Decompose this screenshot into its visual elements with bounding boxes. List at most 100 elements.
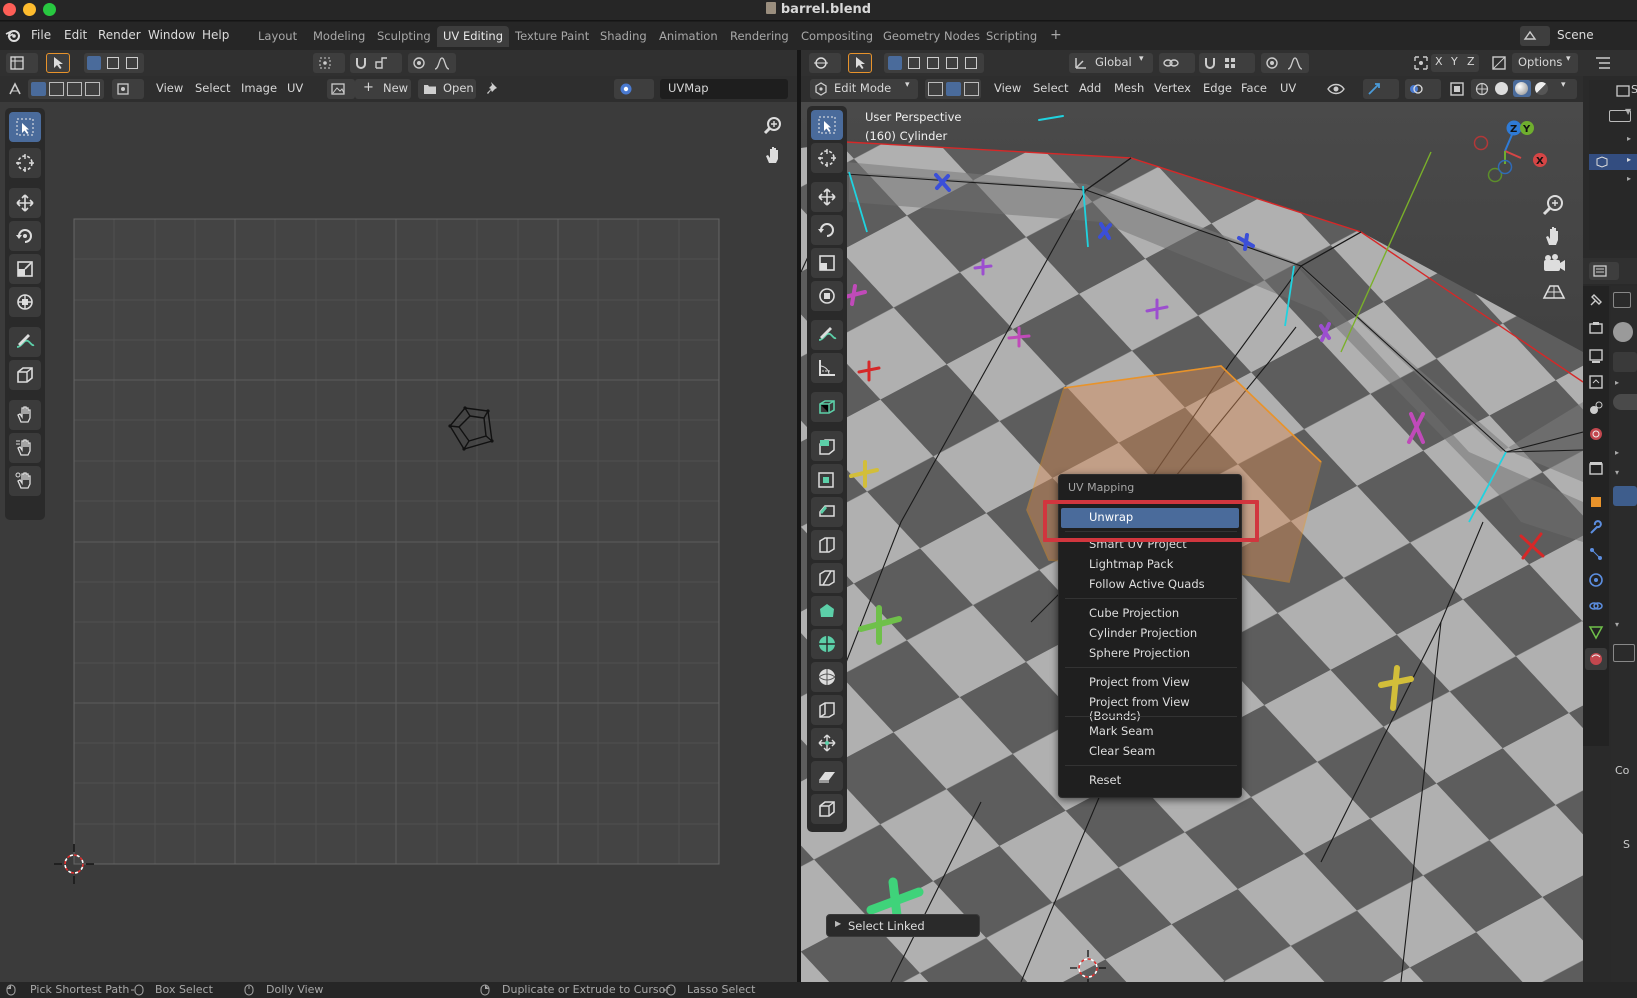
- perspective-toggle-icon[interactable]: [1540, 278, 1568, 306]
- constraints-tab-icon[interactable]: [1588, 598, 1604, 614]
- menu-help[interactable]: Help: [202, 28, 229, 42]
- wireframe-shading-icon[interactable]: [1475, 82, 1489, 96]
- image-browse-button[interactable]: [327, 79, 355, 99]
- uvmap-field[interactable]: UVMap: [660, 79, 788, 99]
- new-image-button[interactable]: + New: [355, 79, 411, 99]
- menu-render[interactable]: Render: [98, 28, 141, 42]
- output-tab-icon[interactable]: [1588, 348, 1604, 364]
- visibility-eye-icon[interactable]: [1327, 81, 1345, 97]
- selection-mode-buttons[interactable]: [84, 53, 144, 73]
- cube-projection-menu-item[interactable]: Cube Projection: [1089, 606, 1179, 620]
- tab-rendering[interactable]: Rendering: [724, 26, 795, 47]
- viewport-cursor-tool[interactable]: [811, 143, 843, 173]
- uv-grid-canvas[interactable]: [0, 102, 797, 982]
- uv-menu-view[interactable]: View: [156, 81, 183, 95]
- menu-edit[interactable]: Edit: [64, 28, 87, 42]
- material-shading-button[interactable]: [1513, 80, 1531, 97]
- transform-affect-icon[interactable]: [1413, 55, 1429, 71]
- clear-seam-menu-item[interactable]: Clear Seam: [1089, 744, 1155, 758]
- smooth-tool[interactable]: [811, 662, 843, 692]
- viewport-menu-add[interactable]: Add: [1079, 81, 1101, 95]
- smart-uv-project-menu-item[interactable]: Smart UV Project: [1089, 537, 1187, 551]
- viewport-select-box-tool[interactable]: [811, 110, 843, 140]
- mesh-options-icon[interactable]: [1491, 55, 1507, 71]
- vertex-select-icon[interactable]: [31, 82, 46, 96]
- mark-seam-menu-item[interactable]: Mark Seam: [1089, 724, 1154, 738]
- project-from-view-bounds-menu-item[interactable]: Project from View (Bounds): [1089, 695, 1241, 723]
- menu-window[interactable]: Window: [148, 28, 195, 42]
- rip-region-tool[interactable]: [811, 794, 843, 824]
- uv-menu-image[interactable]: Image: [241, 81, 277, 95]
- sticky-selection-button[interactable]: [112, 79, 144, 99]
- knife-tool[interactable]: [811, 563, 843, 593]
- mirror-x-toggle[interactable]: X: [1435, 55, 1443, 68]
- reset-menu-item[interactable]: Reset: [1089, 773, 1121, 787]
- tab-modeling[interactable]: Modeling: [307, 26, 371, 47]
- viewport-move-tool[interactable]: [811, 182, 843, 212]
- proportional-edit-button[interactable]: [408, 53, 456, 73]
- scene-tab-icon[interactable]: [1588, 400, 1604, 416]
- navigation-gizmo[interactable]: Z Y X: [1461, 114, 1551, 184]
- shear-tool[interactable]: [811, 761, 843, 791]
- editor-type-button[interactable]: [6, 53, 38, 73]
- add-cube-tool[interactable]: [811, 392, 843, 422]
- lightmap-pack-menu-item[interactable]: Lightmap Pack: [1089, 557, 1173, 571]
- menu-file[interactable]: File: [31, 28, 51, 42]
- snap-button[interactable]: [350, 53, 402, 73]
- viewport-proportional-button[interactable]: [1261, 53, 1309, 73]
- shrink-fatten-tool[interactable]: [811, 728, 843, 758]
- render-tab-icon[interactable]: [1588, 320, 1604, 336]
- viewport-select-intersect-icon[interactable]: [965, 57, 977, 69]
- sphere-projection-menu-item[interactable]: Sphere Projection: [1089, 646, 1190, 660]
- spin-tool[interactable]: [811, 629, 843, 659]
- physics-tab-icon[interactable]: [1588, 572, 1604, 588]
- open-image-button[interactable]: Open: [418, 79, 476, 99]
- loop-cut-tool[interactable]: [811, 530, 843, 560]
- object-tab-icon[interactable]: [1588, 494, 1604, 510]
- view-layer-tab-icon[interactable]: [1588, 374, 1604, 390]
- options-dropdown[interactable]: Options ▾: [1512, 53, 1578, 73]
- image-slot-icon[interactable]: [1613, 644, 1635, 662]
- mirror-y-toggle[interactable]: Y: [1451, 55, 1458, 68]
- select-tool-button[interactable]: [46, 53, 70, 73]
- mirror-z-toggle[interactable]: Z: [1467, 55, 1475, 68]
- tab-layout[interactable]: Layout: [252, 26, 303, 47]
- bevel-tool[interactable]: [811, 497, 843, 527]
- poly-build-tool[interactable]: [811, 596, 843, 626]
- mode-dropdown[interactable]: Edit Mode ▾: [810, 79, 918, 99]
- properties-editor-type-button[interactable]: [1589, 262, 1619, 280]
- overlays-button[interactable]: [1405, 79, 1441, 99]
- transform-orientation-dropdown[interactable]: Global ▾: [1069, 53, 1153, 73]
- add-workspace-button[interactable]: +: [1044, 26, 1068, 47]
- viewport-selection-mode-buttons[interactable]: [884, 53, 984, 73]
- uv-menu-uv[interactable]: UV: [287, 81, 303, 95]
- scene-selector-button[interactable]: [1520, 26, 1550, 46]
- project-from-view-menu-item[interactable]: Project from View: [1089, 675, 1190, 689]
- mirror-axis-buttons[interactable]: X Y Z: [1431, 54, 1479, 72]
- mesh-face-mode-icon[interactable]: [964, 82, 979, 96]
- viewport-transform-tool[interactable]: [811, 281, 843, 311]
- outliner-panel[interactable]: S ▼ ▸ ▸ ▸: [1589, 80, 1637, 250]
- mesh-vertex-mode-icon[interactable]: [928, 82, 943, 96]
- extrude-tool[interactable]: [811, 431, 843, 461]
- material-field[interactable]: [1613, 352, 1637, 372]
- tab-sculpting[interactable]: Sculpting: [371, 26, 437, 47]
- select-subtract-icon[interactable]: [126, 57, 138, 69]
- shading-mode-buttons[interactable]: ▾: [1471, 79, 1577, 99]
- viewport-scale-tool[interactable]: [811, 248, 843, 278]
- pivot-point-button[interactable]: [313, 53, 345, 73]
- scene-name[interactable]: Scene: [1557, 28, 1594, 42]
- uv-menu-select[interactable]: Select: [195, 81, 230, 95]
- tab-shading[interactable]: Shading: [594, 26, 653, 47]
- viewport-select-invert-icon[interactable]: [946, 57, 958, 69]
- tab-scripting[interactable]: Scripting: [980, 26, 1043, 47]
- toggle-field[interactable]: [1613, 394, 1637, 410]
- mesh-select-mode-buttons[interactable]: [925, 79, 981, 99]
- data-tab-icon[interactable]: [1588, 624, 1604, 640]
- outliner-selected-row[interactable]: ▸: [1589, 154, 1637, 170]
- modifier-wrench-icon[interactable]: [1588, 520, 1604, 536]
- viewport-menu-vertex[interactable]: Vertex: [1154, 81, 1191, 95]
- select-new-icon[interactable]: [87, 56, 101, 70]
- solid-shading-icon[interactable]: [1495, 82, 1508, 95]
- measure-tool[interactable]: [811, 353, 843, 383]
